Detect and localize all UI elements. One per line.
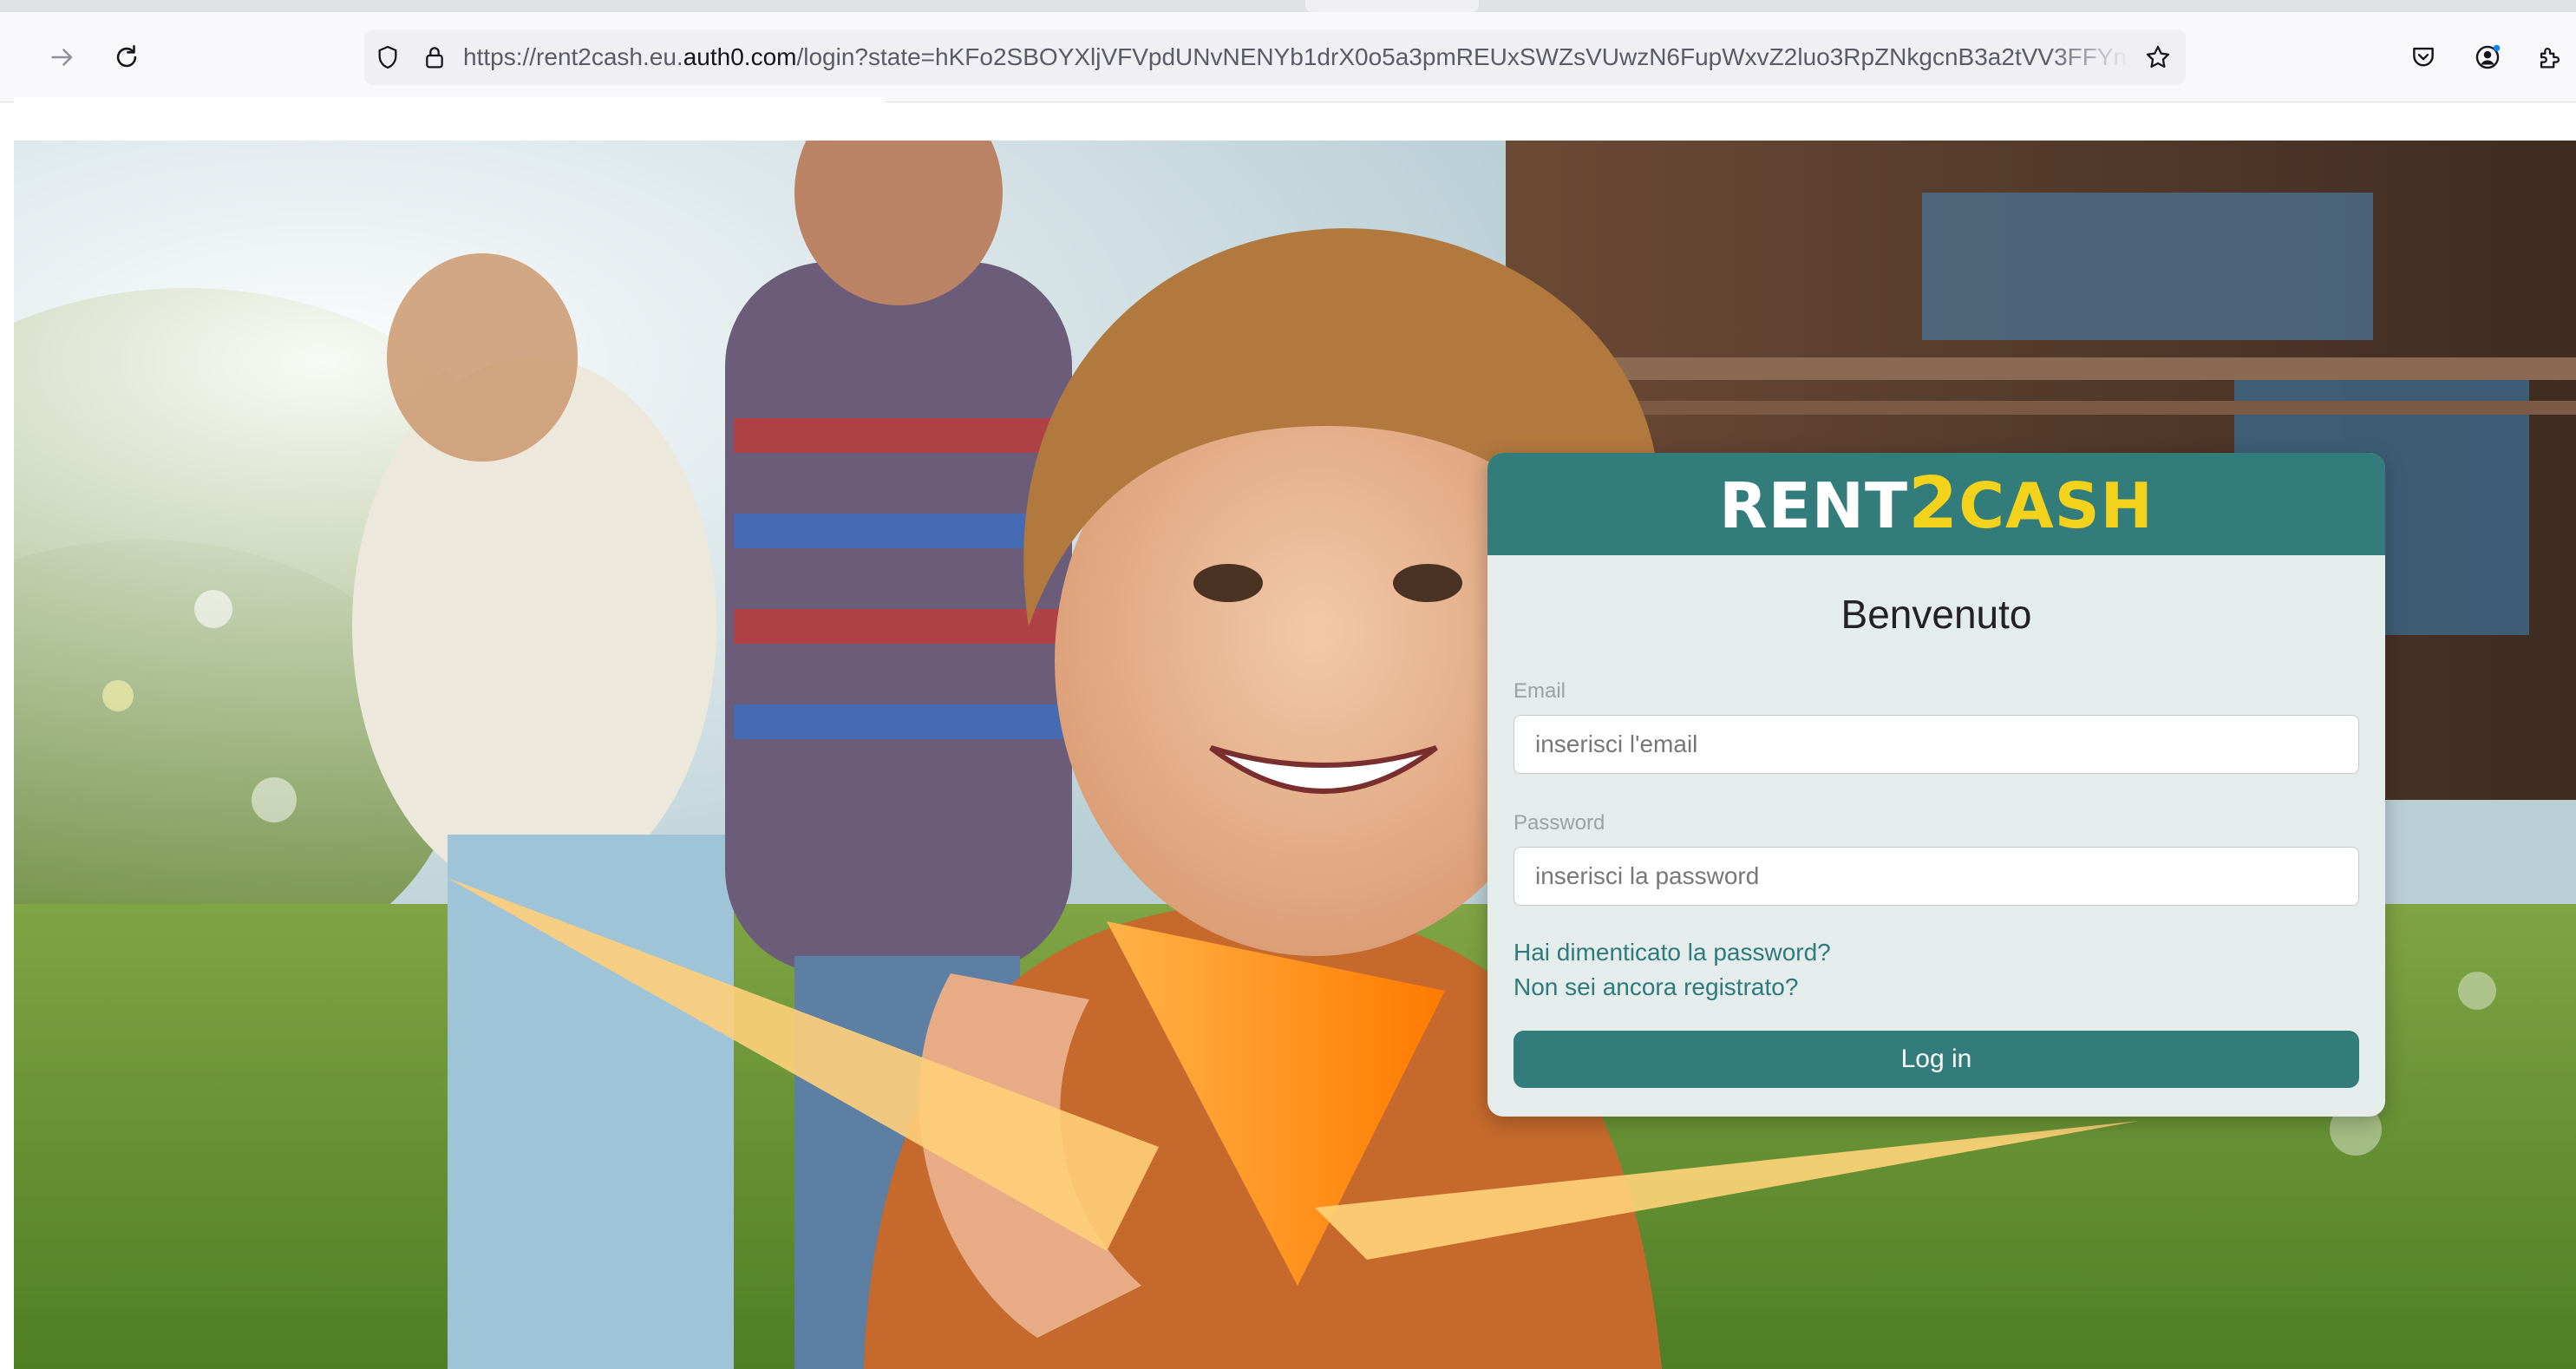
shield-icon (378, 45, 397, 69)
arrow-right-icon (51, 49, 73, 66)
extensions-button[interactable] (2524, 31, 2576, 83)
forgot-password-link[interactable]: Hai dimenticato la password? (1514, 935, 2359, 970)
login-button[interactable]: Log in (1514, 1031, 2359, 1088)
account-button[interactable] (2462, 31, 2514, 83)
reload-button[interactable] (101, 31, 153, 83)
reload-icon (116, 44, 137, 68)
url-path: /login?state=hKFo2SBOYXljVFVpdUNvNENYb1d… (796, 43, 2130, 70)
bookmark-button[interactable] (2130, 29, 2186, 85)
browser-tab-strip (0, 0, 2576, 12)
logo-part-rent: RENT (1719, 469, 1909, 542)
url-prefix: https://rent2cash.eu. (463, 43, 683, 70)
forward-button[interactable] (36, 31, 88, 83)
login-card: RENT2CASH Benvenuto Email Password Hai d… (1487, 453, 2385, 1117)
login-form: Benvenuto Email Password Hai dimenticato… (1487, 588, 2385, 1088)
auth-links: Hai dimenticato la password? Non sei anc… (1514, 935, 2359, 1005)
lock-icon (426, 47, 443, 69)
star-icon (2146, 45, 2170, 69)
password-input[interactable] (1514, 847, 2359, 906)
card-header: RENT 2 CASH (1487, 453, 2385, 555)
tracking-protection-button[interactable] (364, 29, 411, 85)
extensions-icon (2540, 48, 2560, 69)
page-top-bar (14, 97, 885, 141)
logo-part-cash: CASH (1958, 469, 2154, 542)
pocket-button[interactable] (2397, 31, 2449, 83)
email-input[interactable] (1514, 715, 2359, 774)
register-link[interactable]: Non sei ancora registrato? (1514, 970, 2359, 1005)
rent2cash-logo: RENT 2 CASH (1719, 468, 2154, 540)
welcome-title: Benvenuto (1840, 592, 2032, 637)
site-security-button[interactable] (411, 29, 458, 85)
pocket-icon (2413, 47, 2434, 67)
window-edge (0, 102, 14, 1369)
password-label: Password (1514, 811, 1605, 835)
browser-toolbar: https://rent2cash.eu.auth0.com/login?sta… (0, 12, 2576, 102)
email-label: Email (1514, 679, 1566, 703)
url-bar[interactable]: https://rent2cash.eu.auth0.com/login?sta… (364, 29, 2186, 85)
url-domain: auth0.com (683, 43, 797, 70)
active-tab[interactable] (1305, 0, 1479, 12)
account-icon (2475, 44, 2501, 69)
logo-part-2: 2 (1908, 462, 1959, 545)
url-text[interactable]: https://rent2cash.eu.auth0.com/login?sta… (458, 43, 2130, 71)
